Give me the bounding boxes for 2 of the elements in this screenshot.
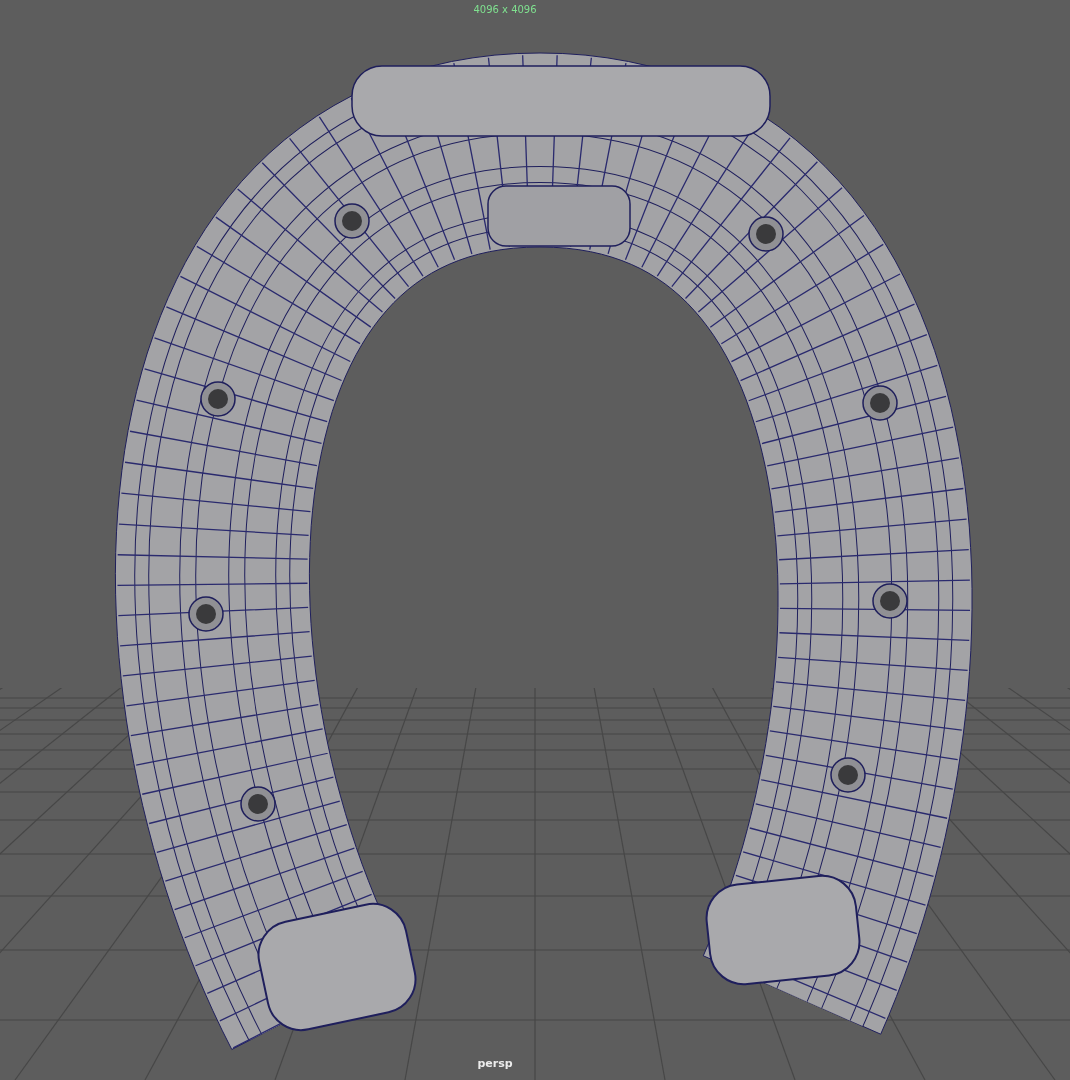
resolution-label: 4096 x 4096 [473,4,537,15]
camera-label: persp [477,1057,513,1070]
